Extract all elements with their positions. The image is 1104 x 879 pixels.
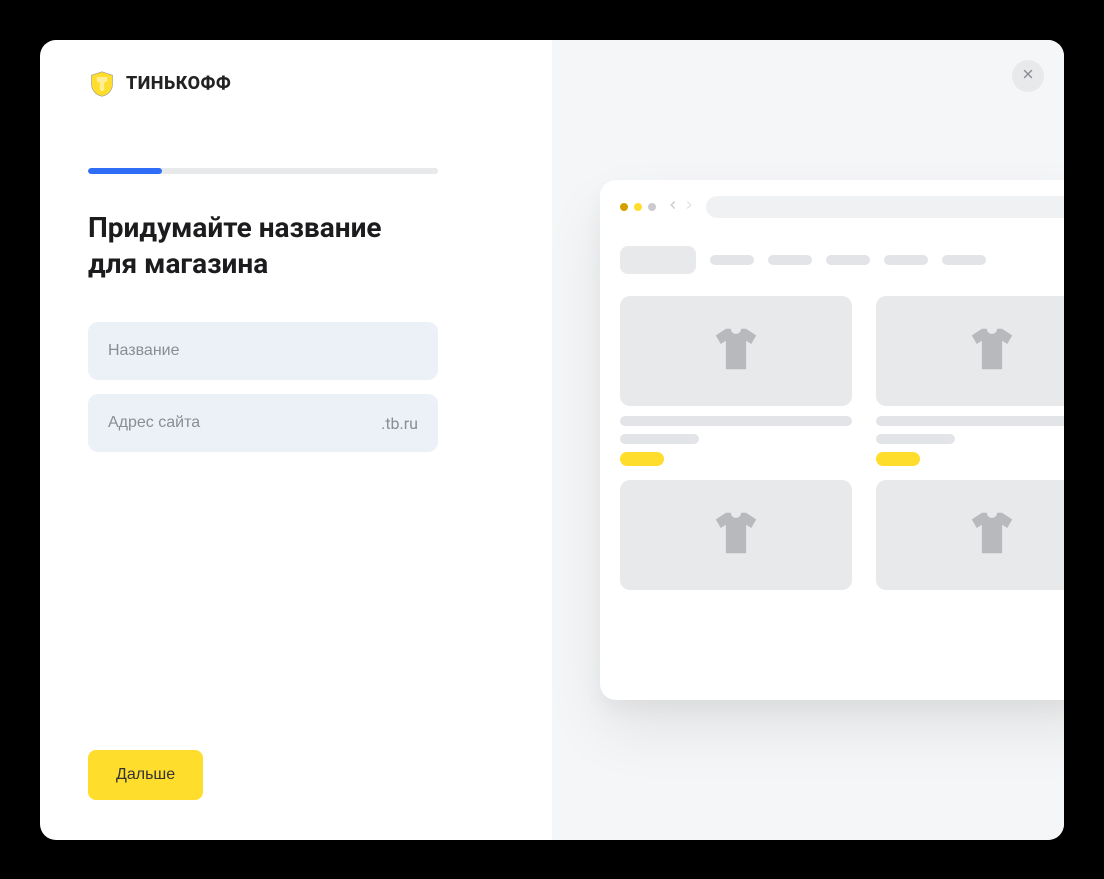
mock-price-tag (876, 452, 920, 466)
shop-name-input[interactable] (108, 342, 418, 360)
window-dot-icon (634, 203, 642, 211)
mock-product-card (620, 296, 852, 466)
mock-text-line (620, 416, 852, 426)
site-address-field[interactable]: .tb.ru (88, 394, 438, 452)
nav-arrows (666, 197, 696, 216)
mock-url-bar (706, 196, 1064, 218)
mock-text-line (620, 434, 699, 444)
window-dots (620, 203, 656, 211)
tshirt-icon (965, 322, 1019, 380)
mock-text-line (876, 416, 1064, 426)
mock-product-image (620, 296, 852, 406)
close-button[interactable] (1012, 60, 1044, 92)
mock-browser (600, 180, 1064, 700)
brand-name: ТИНЬКОФФ (126, 73, 231, 94)
mock-nav-item (768, 255, 812, 265)
mock-product-row (620, 480, 1064, 590)
mock-product-card (876, 296, 1064, 466)
mock-product-row (620, 296, 1064, 466)
next-button[interactable]: Дальше (88, 750, 203, 800)
close-icon (1021, 66, 1035, 85)
mock-nav-item (826, 255, 870, 265)
mock-product-card (876, 480, 1064, 590)
tinkoff-shield-icon (88, 70, 116, 98)
mock-nav-item (884, 255, 928, 265)
heading-line-2: для магазина (88, 247, 268, 280)
tshirt-icon (965, 506, 1019, 564)
mock-product-image (876, 296, 1064, 406)
tshirt-icon (709, 322, 763, 380)
progress-bar (88, 168, 438, 174)
mock-nav-item (942, 255, 986, 265)
tshirt-icon (709, 506, 763, 564)
preview-panel (552, 40, 1064, 840)
mock-product-image (876, 480, 1064, 590)
site-domain-suffix: .tb.ru (381, 414, 418, 433)
window-dot-icon (648, 203, 656, 211)
mock-product-card (620, 480, 852, 590)
mock-nav-item (620, 246, 696, 274)
mock-product-image (620, 480, 852, 590)
setup-modal: ТИНЬКОФФ Придумайте название для магазин… (40, 40, 1064, 840)
site-address-input[interactable] (108, 414, 381, 432)
form-panel: ТИНЬКОФФ Придумайте название для магазин… (40, 40, 552, 840)
chevron-left-icon (666, 197, 680, 216)
mock-text-line (876, 434, 955, 444)
brand-logo: ТИНЬКОФФ (88, 70, 504, 98)
mock-price-tag (620, 452, 664, 466)
mock-nav-item (710, 255, 754, 265)
chevron-right-icon (682, 197, 696, 216)
mock-site-nav (620, 246, 1064, 274)
shop-name-field[interactable] (88, 322, 438, 380)
progress-fill (88, 168, 162, 174)
heading-line-1: Придумайте название (88, 211, 382, 244)
mock-browser-toolbar (620, 196, 1064, 218)
window-dot-icon (620, 203, 628, 211)
page-title: Придумайте название для магазина (88, 210, 504, 283)
